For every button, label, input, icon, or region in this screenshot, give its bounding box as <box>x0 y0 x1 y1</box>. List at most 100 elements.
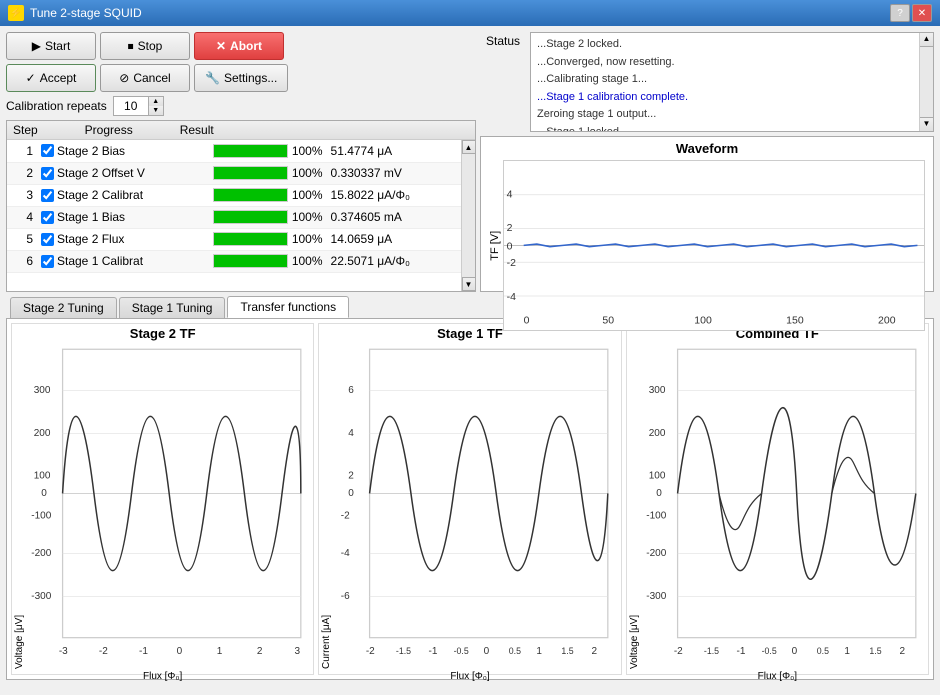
check-icon: ✓ <box>26 71 36 85</box>
row-progress-pct: 100% <box>292 166 323 180</box>
row-progress-pct: 100% <box>292 144 323 158</box>
close-button[interactable]: ✕ <box>912 4 932 22</box>
chart-stage2tf: Stage 2 TF Voltage [μV] <box>11 323 314 675</box>
row-checkbox[interactable] <box>41 167 54 180</box>
row-result: 14.0659 μA <box>327 228 461 250</box>
row-num: 5 <box>7 228 37 250</box>
accept-button[interactable]: ✓ Accept <box>6 64 96 92</box>
row-checkbox[interactable] <box>41 211 54 224</box>
svg-text:100: 100 <box>648 470 665 481</box>
chart-stage2tf-title: Stage 2 TF <box>130 326 196 341</box>
row-step-cell: Stage 2 Flux <box>37 228 209 250</box>
chart-combinedtf-svg: 300 200 100 0 -100 -200 -300 <box>642 343 926 669</box>
svg-text:-0.5: -0.5 <box>454 646 469 656</box>
row-step-cell: Stage 1 Bias <box>37 206 209 228</box>
svg-text:0: 0 <box>507 241 513 252</box>
col-step-num: Step <box>7 121 44 140</box>
chart-stage1tf-ylabel: Current [μA] <box>321 343 332 669</box>
svg-text:1.5: 1.5 <box>562 646 574 656</box>
svg-text:100: 100 <box>694 315 712 326</box>
svg-text:0.5: 0.5 <box>816 646 828 656</box>
waveform-y-label: TF [V] <box>489 160 501 331</box>
svg-text:-2: -2 <box>673 646 682 657</box>
row-result: 0.374605 mA <box>327 206 461 228</box>
row-progress-cell: 100% <box>209 184 327 206</box>
row-progress-pct: 100% <box>292 210 323 224</box>
table-row: 4 Stage 1 Bias 100% 0.374605 mA <box>7 206 461 228</box>
spinbox-down-arrow[interactable]: ▼ <box>149 106 163 115</box>
waveform-title: Waveform <box>481 137 933 160</box>
svg-text:0.5: 0.5 <box>509 646 521 656</box>
status-header-label: Status <box>480 32 526 51</box>
svg-text:-200: -200 <box>646 548 666 559</box>
cancel-icon: ⊘ <box>119 71 129 85</box>
help-button[interactable]: ? <box>890 4 910 22</box>
row-checkbox[interactable] <box>41 233 54 246</box>
scrollbar-down[interactable]: ▼ <box>462 277 476 291</box>
svg-text:-2: -2 <box>341 511 350 522</box>
cancel-button[interactable]: ⊘ Cancel <box>100 64 190 92</box>
svg-text:4: 4 <box>349 428 355 439</box>
svg-text:-2: -2 <box>366 646 375 657</box>
row-step-cell: Stage 2 Offset V <box>37 162 209 184</box>
row-progress-cell: 100% <box>209 140 327 162</box>
svg-text:-0.5: -0.5 <box>761 646 776 656</box>
svg-text:1: 1 <box>217 646 223 657</box>
waveform-chart: 4 2 0 -2 -4 0 50 100 150 200 <box>503 160 925 331</box>
row-checkbox[interactable] <box>41 144 54 157</box>
status-line: ...Calibrating stage 1... <box>537 71 927 89</box>
table-row: 2 Stage 2 Offset V 100% 0.330337 mV <box>7 162 461 184</box>
chart-combinedtf-ylabel: Voltage [μV] <box>629 343 640 669</box>
row-checkbox[interactable] <box>41 255 54 268</box>
svg-text:-1: -1 <box>736 646 745 657</box>
svg-text:-1: -1 <box>139 646 148 657</box>
title-bar: ⚡ Tune 2-stage SQUID ? ✕ <box>0 0 940 26</box>
svg-text:-4: -4 <box>507 292 517 303</box>
status-scrollbar-down[interactable]: ▼ <box>920 117 933 131</box>
spinbox-up-arrow[interactable]: ▲ <box>149 97 163 106</box>
svg-text:-200: -200 <box>31 548 51 559</box>
calibration-repeats-input[interactable] <box>113 96 148 116</box>
row-step-cell: Stage 1 Calibrat <box>37 250 209 272</box>
svg-text:200: 200 <box>648 428 665 439</box>
abort-button[interactable]: ✕ Abort <box>194 32 284 60</box>
row-result: 22.5071 μA/Φ₀ <box>327 250 461 272</box>
svg-text:0: 0 <box>656 488 662 499</box>
svg-text:-300: -300 <box>31 591 51 602</box>
svg-text:-1.5: -1.5 <box>704 646 719 656</box>
tab-transfer-functions[interactable]: Transfer functions <box>227 296 349 318</box>
abort-icon: ✕ <box>216 39 226 53</box>
app-icon: ⚡ <box>8 5 24 21</box>
svg-text:1.5: 1.5 <box>869 646 881 656</box>
tab-stage2-tuning[interactable]: Stage 2 Tuning <box>10 297 117 318</box>
row-checkbox[interactable] <box>41 189 54 202</box>
start-button[interactable]: ▶ Start <box>6 32 96 60</box>
chart-stage1tf-xlabel: Flux [Φ₀] <box>450 671 489 682</box>
row-progress-cell: 100% <box>209 162 327 184</box>
row-progress-cell: 100% <box>209 250 327 272</box>
svg-text:-1: -1 <box>429 646 438 657</box>
stop-button[interactable]: ⏹ Stop <box>100 32 190 60</box>
row-step-name: Stage 1 Bias <box>57 210 125 224</box>
scrollbar-track[interactable] <box>462 154 475 277</box>
svg-text:-3: -3 <box>59 646 68 657</box>
table-row: 3 Stage 2 Calibrat 100% 15.8022 μA/Φ₀ <box>7 184 461 206</box>
chart-combinedtf-xlabel: Flux [Φ₀] <box>758 671 797 682</box>
scrollbar-up[interactable]: ▲ <box>462 140 476 154</box>
row-step-cell: Stage 2 Calibrat <box>37 184 209 206</box>
svg-text:2: 2 <box>592 646 598 657</box>
svg-text:2: 2 <box>349 470 355 481</box>
row-step-name: Stage 2 Offset V <box>57 166 145 180</box>
svg-text:-4: -4 <box>341 548 350 559</box>
svg-text:300: 300 <box>648 385 665 396</box>
svg-text:-2: -2 <box>507 258 517 269</box>
row-step-cell: Stage 2 Bias <box>37 140 209 162</box>
play-icon: ▶ <box>32 39 41 53</box>
row-num: 1 <box>7 140 37 162</box>
tab-stage1-tuning[interactable]: Stage 1 Tuning <box>119 297 226 318</box>
settings-button[interactable]: 🔧 Settings... <box>194 64 288 92</box>
status-scrollbar-up[interactable]: ▲ <box>920 33 933 47</box>
svg-text:2: 2 <box>257 646 263 657</box>
chart-stage1tf-svg: 6 4 2 0 -2 -4 -6 -2 -1.5 -1 <box>334 343 618 669</box>
svg-text:2: 2 <box>507 223 513 234</box>
